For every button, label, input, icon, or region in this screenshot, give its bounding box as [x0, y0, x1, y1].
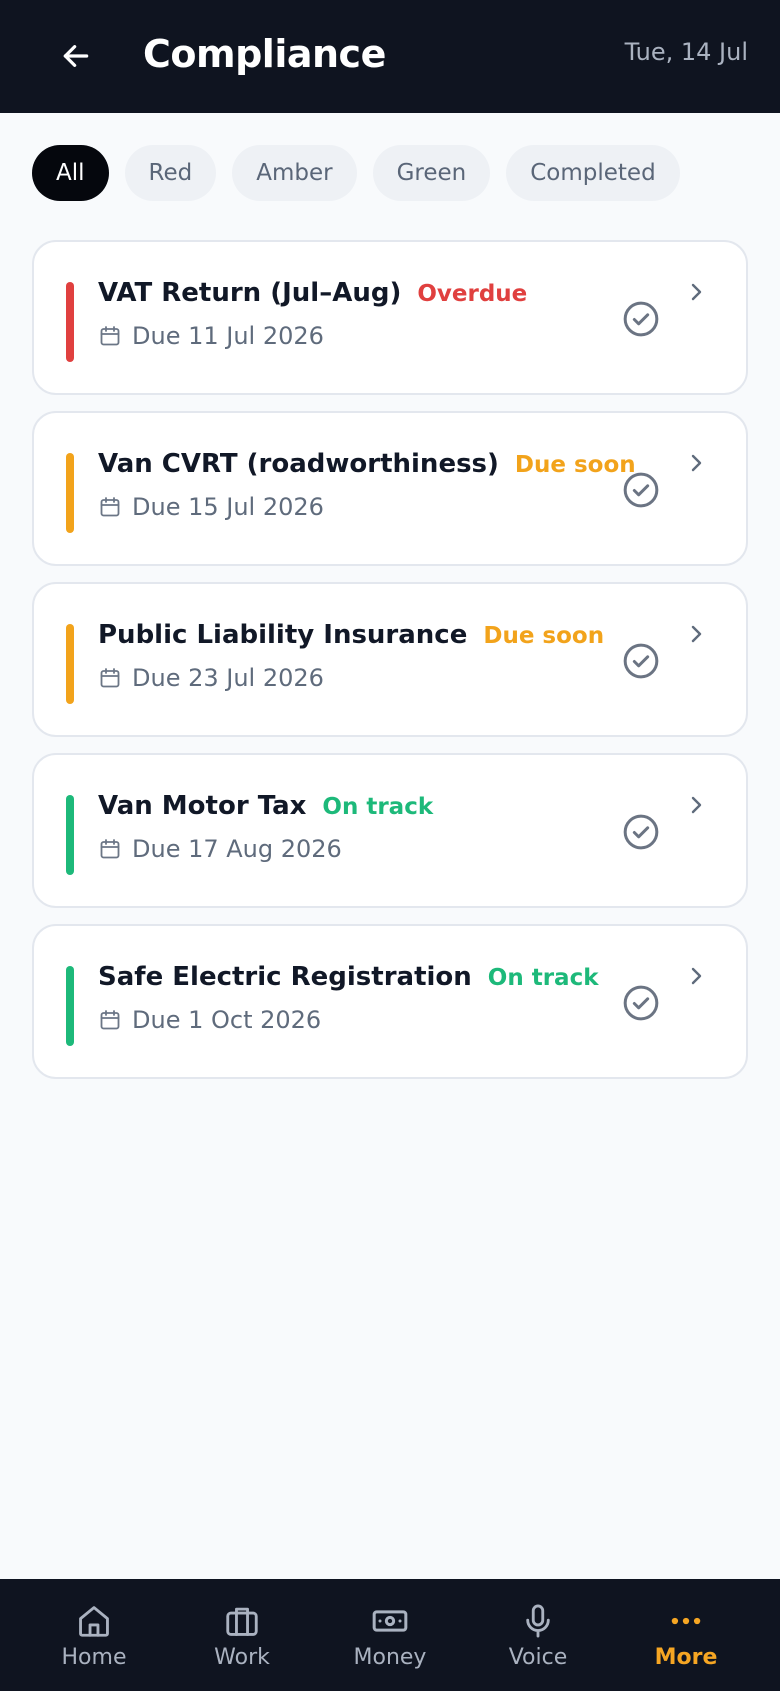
- filter-chip-red[interactable]: Red: [124, 145, 217, 201]
- open-item-button[interactable]: [684, 962, 708, 990]
- microphone-icon: [526, 1604, 550, 1637]
- nav-item-more[interactable]: More: [626, 1601, 746, 1670]
- status-badge: Overdue: [417, 281, 528, 307]
- compliance-card[interactable]: Van CVRT (roadworthiness) Due soon Due 1…: [32, 411, 748, 566]
- open-item-button[interactable]: [684, 278, 708, 306]
- calendar-icon: [100, 326, 120, 346]
- home-icon: [79, 1605, 109, 1637]
- banknote-icon: [372, 1609, 408, 1632]
- due-date: Due 23 Jul 2026: [132, 664, 324, 692]
- compliance-item-title: Safe Electric Registration: [98, 962, 472, 992]
- filter-chip-completed[interactable]: Completed: [506, 145, 680, 201]
- compliance-item-title: Public Liability Insurance: [98, 620, 468, 650]
- mark-complete-button[interactable]: [620, 811, 662, 853]
- calendar-icon: [100, 497, 120, 517]
- chevron-right-icon: [691, 967, 702, 985]
- compliance-item-title: Van CVRT (roadworthiness): [98, 449, 499, 479]
- nav-label: Voice: [508, 1644, 568, 1670]
- due-date: Due 17 Aug 2026: [132, 835, 342, 863]
- briefcase-icon: [226, 1607, 258, 1636]
- chevron-right-icon: [691, 283, 702, 301]
- nav-item-voice[interactable]: Voice: [478, 1601, 598, 1670]
- status-badge: On track: [487, 965, 599, 991]
- open-item-button[interactable]: [684, 791, 708, 819]
- calendar-icon: [100, 839, 120, 859]
- filter-chip-amber[interactable]: Amber: [232, 145, 357, 201]
- nav-label: Money: [353, 1644, 427, 1670]
- compliance-card[interactable]: Safe Electric Registration On track Due …: [32, 924, 748, 1079]
- nav-item-money[interactable]: Money: [330, 1601, 450, 1670]
- check-circle-icon: [623, 643, 659, 679]
- calendar-icon: [100, 1010, 120, 1030]
- top-app-bar: Compliance Tue, 14 Jul: [0, 0, 780, 113]
- filter-chips: All Red Amber Green Completed: [32, 145, 680, 201]
- nav-label: Home: [61, 1644, 127, 1670]
- nav-item-work[interactable]: Work: [182, 1601, 302, 1670]
- compliance-item-title: Van Motor Tax: [98, 791, 307, 821]
- calendar-icon: [100, 668, 120, 688]
- status-indicator-bar: [66, 795, 74, 875]
- chevron-right-icon: [691, 796, 702, 814]
- check-circle-icon: [623, 301, 659, 337]
- nav-label: More: [654, 1644, 718, 1670]
- nav-item-home[interactable]: Home: [34, 1601, 154, 1670]
- arrow-left-icon: [63, 45, 89, 67]
- status-badge: Due soon: [514, 452, 636, 478]
- bottom-navigation: Home Work Money Voice More: [0, 1579, 780, 1691]
- filter-chip-green[interactable]: Green: [372, 145, 491, 201]
- mark-complete-button[interactable]: [620, 298, 662, 340]
- open-item-button[interactable]: [684, 620, 708, 648]
- back-button[interactable]: [52, 30, 100, 82]
- check-circle-icon: [623, 814, 659, 850]
- due-date: Due 11 Jul 2026: [132, 322, 324, 350]
- filter-chip-all[interactable]: All: [32, 145, 109, 201]
- chevron-right-icon: [691, 454, 702, 472]
- mark-complete-button[interactable]: [620, 640, 662, 682]
- check-circle-icon: [623, 985, 659, 1021]
- compliance-card[interactable]: VAT Return (Jul–Aug) Overdue Due 11 Jul …: [32, 240, 748, 395]
- compliance-card[interactable]: Van Motor Tax On track Due 17 Aug 2026: [32, 753, 748, 908]
- mark-complete-button[interactable]: [620, 982, 662, 1024]
- nav-label: Work: [214, 1644, 270, 1670]
- check-circle-icon: [623, 472, 659, 508]
- status-indicator-bar: [66, 282, 74, 362]
- compliance-item-title: VAT Return (Jul–Aug): [98, 278, 402, 308]
- more-dots-icon: [671, 1617, 701, 1624]
- due-date: Due 15 Jul 2026: [132, 493, 324, 521]
- status-badge: Due soon: [483, 623, 605, 649]
- compliance-list: VAT Return (Jul–Aug) Overdue Due 11 Jul …: [32, 240, 748, 1095]
- status-indicator-bar: [66, 624, 74, 704]
- chevron-right-icon: [691, 625, 702, 643]
- status-indicator-bar: [66, 966, 74, 1046]
- compliance-card[interactable]: Public Liability Insurance Due soon Due …: [32, 582, 748, 737]
- due-date: Due 1 Oct 2026: [132, 1006, 322, 1034]
- mark-complete-button[interactable]: [620, 469, 662, 511]
- date-label: Tue, 14 Jul: [624, 38, 748, 66]
- status-badge: On track: [322, 794, 434, 820]
- open-item-button[interactable]: [684, 449, 708, 477]
- page-title: Compliance: [143, 32, 386, 76]
- status-indicator-bar: [66, 453, 74, 533]
